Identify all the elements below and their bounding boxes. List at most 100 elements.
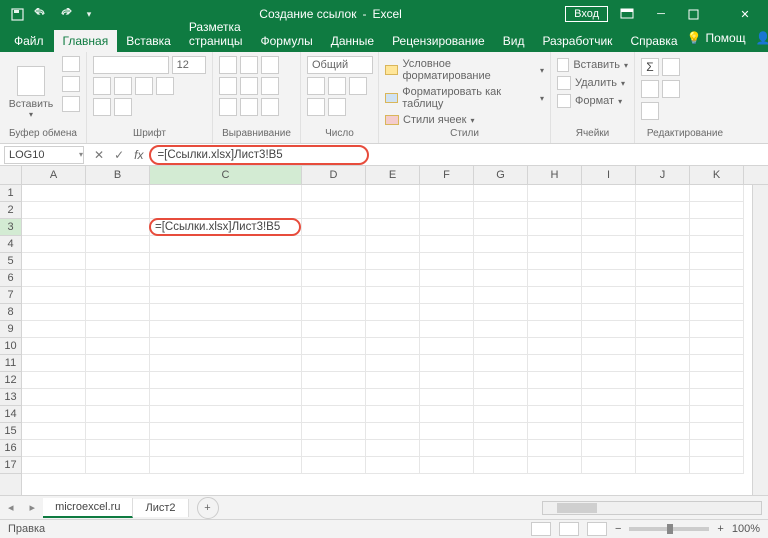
paste-button[interactable]: Вставить ▾ [6,56,56,128]
maximize-button[interactable] [688,9,718,20]
undo-icon[interactable] [34,7,48,21]
percent-button[interactable] [328,77,346,95]
column-header-E[interactable]: E [366,166,420,184]
align-middle-button[interactable] [240,56,258,74]
tab-formulas[interactable]: Формулы [251,30,321,52]
format-as-table-button[interactable]: Форматировать как таблицу▾ [385,86,544,110]
row-header-12[interactable]: 12 [0,372,21,389]
enter-formula-button[interactable]: ✓ [114,148,124,162]
sheet-nav-next[interactable]: ▸ [22,501,44,514]
fill-button[interactable] [641,80,659,98]
accounting-format-button[interactable] [307,77,325,95]
tab-view[interactable]: Вид [494,30,534,52]
column-header-C[interactable]: C [150,166,302,184]
formula-input[interactable]: =[Ссылки.xlsx]Лист3!B5 [149,145,369,165]
column-header-I[interactable]: I [582,166,636,184]
row-header-10[interactable]: 10 [0,338,21,355]
normal-view-button[interactable] [531,522,551,536]
column-header-A[interactable]: A [22,166,86,184]
wrap-text-button[interactable] [261,98,279,116]
underline-button[interactable] [135,77,153,95]
row-header-9[interactable]: 9 [0,321,21,338]
tab-page-layout[interactable]: Разметка страницы [180,16,252,52]
tell-me-button[interactable]: 💡Помощ [687,31,746,45]
row-header-6[interactable]: 6 [0,270,21,287]
row-header-1[interactable]: 1 [0,185,21,202]
cut-button[interactable] [62,56,80,72]
italic-button[interactable] [114,77,132,95]
align-center-button[interactable] [240,77,258,95]
comma-button[interactable] [349,77,367,95]
sign-in-button[interactable]: Вход [565,6,608,22]
column-header-K[interactable]: K [690,166,744,184]
zoom-slider[interactable] [629,527,709,531]
sheet-tab-2[interactable]: Лист2 [133,499,188,517]
find-select-button[interactable] [662,80,680,98]
row-header-14[interactable]: 14 [0,406,21,423]
fx-icon[interactable]: fx [134,148,149,162]
tab-developer[interactable]: Разработчик [533,30,621,52]
page-break-view-button[interactable] [587,522,607,536]
autosum-button[interactable]: Σ [641,58,659,76]
row-header-11[interactable]: 11 [0,355,21,372]
name-box[interactable]: LOG10▾ [4,146,84,164]
increase-indent-button[interactable] [240,98,258,116]
tab-review[interactable]: Рецензирование [383,30,494,52]
tab-data[interactable]: Данные [322,30,383,52]
copy-button[interactable] [62,76,80,92]
border-button[interactable] [156,77,174,95]
zoom-level[interactable]: 100% [732,523,760,535]
sheet-nav-prev[interactable]: ◂ [0,501,22,514]
decrease-decimal-button[interactable] [328,98,346,116]
worksheet-grid[interactable]: =[Ссылки.xlsx]Лист3!В5 [22,185,752,495]
horizontal-scrollbar[interactable] [542,501,762,515]
conditional-formatting-button[interactable]: Условное форматирование▾ [385,58,544,82]
cell-styles-button[interactable]: Стили ячеек▾ [385,114,544,126]
minimize-button[interactable]: ─ [646,8,676,20]
row-header-4[interactable]: 4 [0,236,21,253]
clear-button[interactable] [641,102,659,120]
delete-cells-button[interactable]: Удалить▾ [557,76,628,90]
font-name-select[interactable] [93,56,169,74]
row-header-7[interactable]: 7 [0,287,21,304]
close-button[interactable]: ✕ [730,8,760,21]
format-painter-button[interactable] [62,96,80,112]
number-format-select[interactable]: Общий [307,56,373,74]
row-header-8[interactable]: 8 [0,304,21,321]
column-header-B[interactable]: B [86,166,150,184]
sort-filter-button[interactable] [662,58,680,76]
zoom-out-button[interactable]: − [615,523,621,535]
row-header-15[interactable]: 15 [0,423,21,440]
ribbon-display-icon[interactable] [620,8,634,20]
align-left-button[interactable] [219,77,237,95]
row-header-17[interactable]: 17 [0,457,21,474]
column-header-D[interactable]: D [302,166,366,184]
align-right-button[interactable] [261,77,279,95]
tab-file[interactable]: Файл [4,30,54,52]
redo-icon[interactable] [58,7,72,21]
sheet-tab-1[interactable]: microexcel.ru [43,498,133,518]
font-color-button[interactable] [114,98,132,116]
decrease-indent-button[interactable] [219,98,237,116]
row-header-16[interactable]: 16 [0,440,21,457]
fill-color-button[interactable] [93,98,111,116]
save-icon[interactable] [10,7,24,21]
row-header-3[interactable]: 3 [0,219,21,236]
column-header-G[interactable]: G [474,166,528,184]
format-cells-button[interactable]: Формат▾ [557,94,628,108]
vertical-scrollbar[interactable] [752,185,768,495]
column-header-H[interactable]: H [528,166,582,184]
cancel-formula-button[interactable]: ✕ [94,148,104,162]
bold-button[interactable] [93,77,111,95]
qat-customize-icon[interactable]: ▾ [82,7,96,21]
tab-help[interactable]: Справка [621,30,686,52]
share-button[interactable]: 👤Общий доступ [756,24,768,52]
increase-decimal-button[interactable] [307,98,325,116]
tab-insert[interactable]: Вставка [117,30,180,52]
tab-home[interactable]: Главная [54,30,118,52]
insert-cells-button[interactable]: Вставить▾ [557,58,628,72]
zoom-in-button[interactable]: + [717,523,723,535]
active-cell[interactable]: =[Ссылки.xlsx]Лист3!В5 [149,218,301,236]
column-header-F[interactable]: F [420,166,474,184]
row-header-13[interactable]: 13 [0,389,21,406]
